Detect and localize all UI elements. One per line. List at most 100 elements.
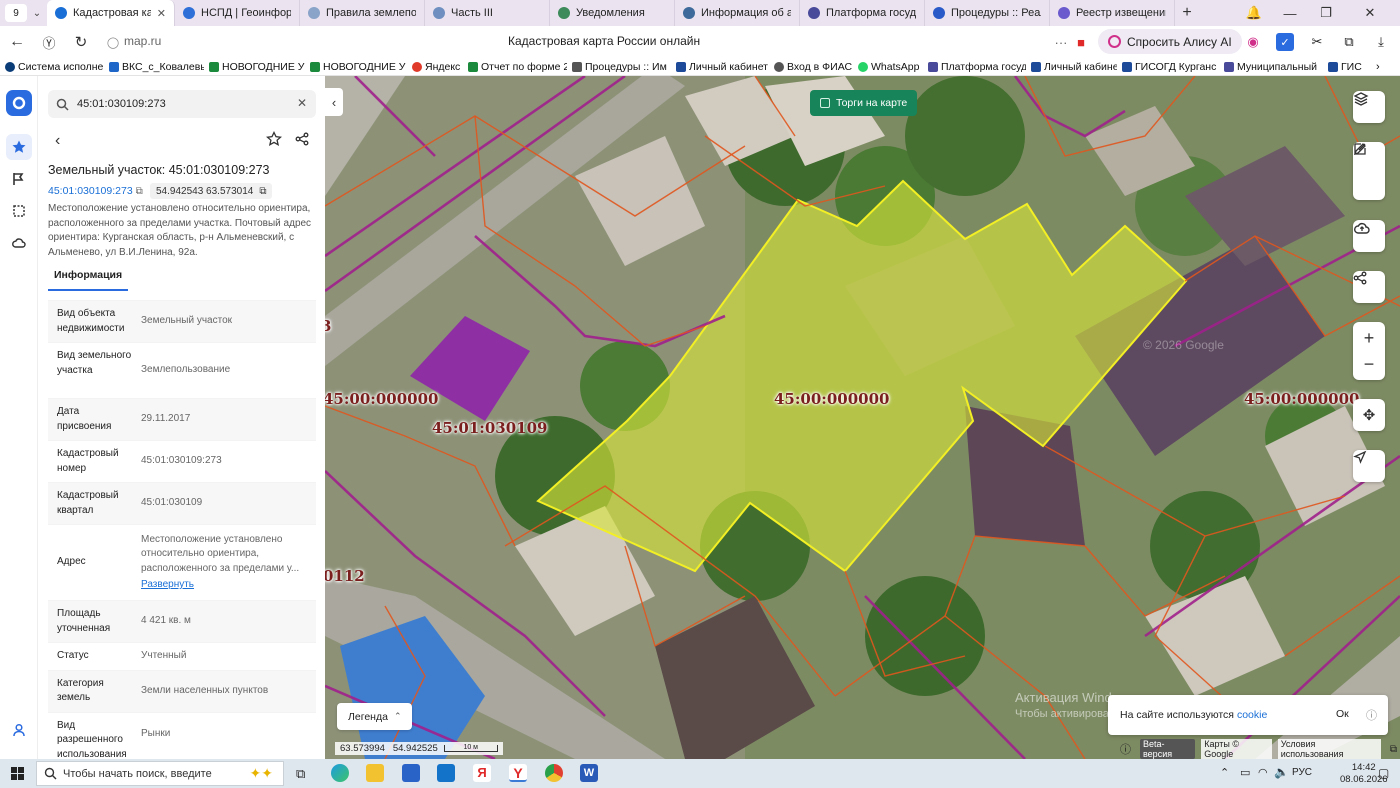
bookmark-item[interactable]: Процедуры :: Им (567, 61, 671, 73)
tab[interactable]: Уведомления (550, 0, 675, 26)
copy-icon[interactable]: ⧉ (136, 186, 143, 197)
expand-link[interactable]: Развернуть (141, 578, 316, 593)
edit-icon[interactable] (1353, 142, 1367, 156)
bell-icon[interactable]: 🔔 (1236, 0, 1272, 26)
upload-button[interactable] (1353, 220, 1385, 252)
app-logo-icon[interactable] (6, 90, 32, 116)
more-icon[interactable]: ··· (1052, 33, 1070, 51)
new-tab-button[interactable]: + (1175, 4, 1199, 22)
bookmark-item[interactable]: Вход в ФИАС (769, 61, 853, 73)
store-icon[interactable] (402, 764, 420, 782)
clear-search-icon[interactable]: ✕ (297, 96, 307, 110)
windows-start-icon[interactable] (11, 767, 24, 783)
legend-button[interactable]: Легенда ⌃ (337, 703, 412, 730)
close-icon[interactable]: ✕ (157, 7, 166, 20)
file-explorer-icon[interactable] (366, 764, 384, 782)
collapse-panel-button[interactable]: ‹ (325, 88, 343, 116)
bookmark-item[interactable]: WhatsApp (853, 61, 923, 73)
bookmark-item[interactable]: Муниципальный (1219, 61, 1323, 73)
tab[interactable]: Платформа государс (800, 0, 925, 26)
bookmarks-more-icon[interactable]: › (1371, 61, 1391, 73)
tab[interactable]: Правила землепольз (300, 0, 425, 26)
bookmark-item[interactable]: Отчет по форме 2 (463, 61, 567, 73)
tab[interactable]: НСПД | Геоинформа (175, 0, 300, 26)
edge-icon[interactable] (331, 764, 349, 782)
favorite-star-icon[interactable] (265, 130, 283, 152)
download-icon[interactable]: ⤓ (1372, 33, 1390, 51)
bookmark-item[interactable]: ГИС (1323, 61, 1371, 73)
close-window-icon[interactable]: ✕ (1348, 0, 1392, 26)
extension-icon[interactable]: ◉ (1244, 33, 1262, 51)
zoom-out-icon[interactable]: − (1364, 355, 1375, 373)
yandex-app-icon[interactable]: Я (473, 764, 491, 782)
external-link-icon[interactable]: ⧉ (1387, 744, 1400, 755)
tab[interactable]: Часть III (425, 0, 550, 26)
minimize-icon[interactable]: — (1272, 0, 1308, 26)
share-map-button[interactable] (1353, 271, 1385, 303)
back-icon[interactable]: ← (4, 33, 30, 51)
notifications-icon[interactable]: ▢ (1378, 766, 1389, 780)
yandex-browser-icon[interactable]: Y (509, 764, 527, 782)
search-box[interactable]: ✕ (48, 90, 316, 118)
auctions-toggle[interactable]: Торги на карте (810, 90, 918, 116)
maximize-icon[interactable]: ❐ (1308, 0, 1344, 26)
cookie-link[interactable]: cookie (1237, 709, 1267, 721)
bookmark-item[interactable]: Яндекс (407, 61, 463, 73)
layers-button[interactable] (1353, 91, 1385, 123)
bookmark-item[interactable]: НОВОГОДНИЕ У (204, 61, 305, 73)
zoom-in-icon[interactable]: + (1364, 329, 1375, 347)
geolocation-button[interactable] (1353, 450, 1385, 482)
coordinates-chip[interactable]: 54.942543 63.573014 ⧉ (150, 183, 273, 199)
downloads-icon[interactable]: ⧉ (1340, 33, 1358, 51)
outlook-icon[interactable] (437, 764, 455, 782)
cloud-icon[interactable] (6, 230, 32, 256)
tab[interactable]: Процедуры :: Реали (925, 0, 1050, 26)
alice-button[interactable]: Спросить Алису AI (1098, 29, 1242, 54)
bookmark-icon[interactable]: ■ (1072, 33, 1090, 51)
search-input[interactable] (77, 98, 277, 110)
map-objects-icon[interactable] (6, 166, 32, 192)
star-icon[interactable] (6, 134, 32, 160)
task-view-icon[interactable]: ⧉ (296, 766, 305, 782)
info-icon[interactable]: ⓘ (1117, 741, 1134, 757)
cookie-ok-button[interactable]: Ок (1336, 708, 1349, 720)
back-arrow-icon[interactable]: ‹ (55, 132, 60, 150)
network-icon[interactable]: ▭ (1240, 766, 1250, 779)
taskbar-search[interactable]: Чтобы начать поиск, введите ✦✦ (36, 761, 284, 786)
copy-icon[interactable]: ⧉ (259, 186, 266, 197)
checkbox[interactable] (820, 98, 830, 108)
tab[interactable]: Реестр извещений (1050, 0, 1175, 26)
word-icon[interactable]: W (580, 764, 598, 782)
chevron-down-icon[interactable]: ⌄ (27, 8, 47, 19)
pan-button[interactable]: ✥ (1353, 399, 1385, 431)
bookmark-item[interactable]: ГИСОГД Курганс (1117, 61, 1219, 73)
cadastral-number-link[interactable]: 45:01:030109:273 ⧉ (48, 185, 143, 197)
map-canvas[interactable]: 45:00:000000 45:01:030109 45:00:000000 4… (325, 76, 1400, 759)
info-icon[interactable]: ⓘ (1366, 707, 1377, 723)
tab[interactable]: Информация об адр (675, 0, 800, 26)
chrome-icon[interactable] (545, 764, 563, 782)
extension-icon[interactable]: ✓ (1276, 33, 1294, 51)
bookmark-item[interactable]: НОВОГОДНИЕ У (305, 61, 407, 73)
url-field[interactable]: map.ru (124, 34, 161, 48)
bookmark-item[interactable]: ВКС_с_Ковалевым (104, 61, 204, 73)
bookmark-icon (928, 61, 938, 72)
tab-information[interactable]: Информация (48, 269, 129, 291)
yandex-icon[interactable]: Ⓨ (36, 33, 62, 52)
tools-icon[interactable]: ✂ (1308, 33, 1326, 51)
tab-active[interactable]: Кадастровая карт ✕ (47, 0, 175, 26)
user-icon[interactable] (6, 717, 32, 743)
share-icon[interactable] (295, 132, 309, 151)
tray-chevron-icon[interactable]: ⌃ (1220, 766, 1229, 779)
bookmark-item[interactable]: Личный кабинет (671, 61, 769, 73)
bookmark-item[interactable]: Личный кабинет (1026, 61, 1117, 73)
bookmark-item[interactable]: Платформа госуд (923, 61, 1026, 73)
terms-link[interactable]: Условия использования (1277, 739, 1381, 759)
select-area-icon[interactable] (6, 198, 32, 224)
wifi-icon[interactable]: ◠ (1258, 766, 1268, 779)
tab-count-button[interactable]: 9 (5, 4, 27, 22)
language-indicator[interactable]: РУС (1292, 767, 1312, 778)
volume-icon[interactable]: 🔈 (1274, 765, 1289, 779)
reload-icon[interactable]: ↻ (68, 33, 94, 51)
bookmark-item[interactable]: Система исполне (0, 61, 104, 73)
